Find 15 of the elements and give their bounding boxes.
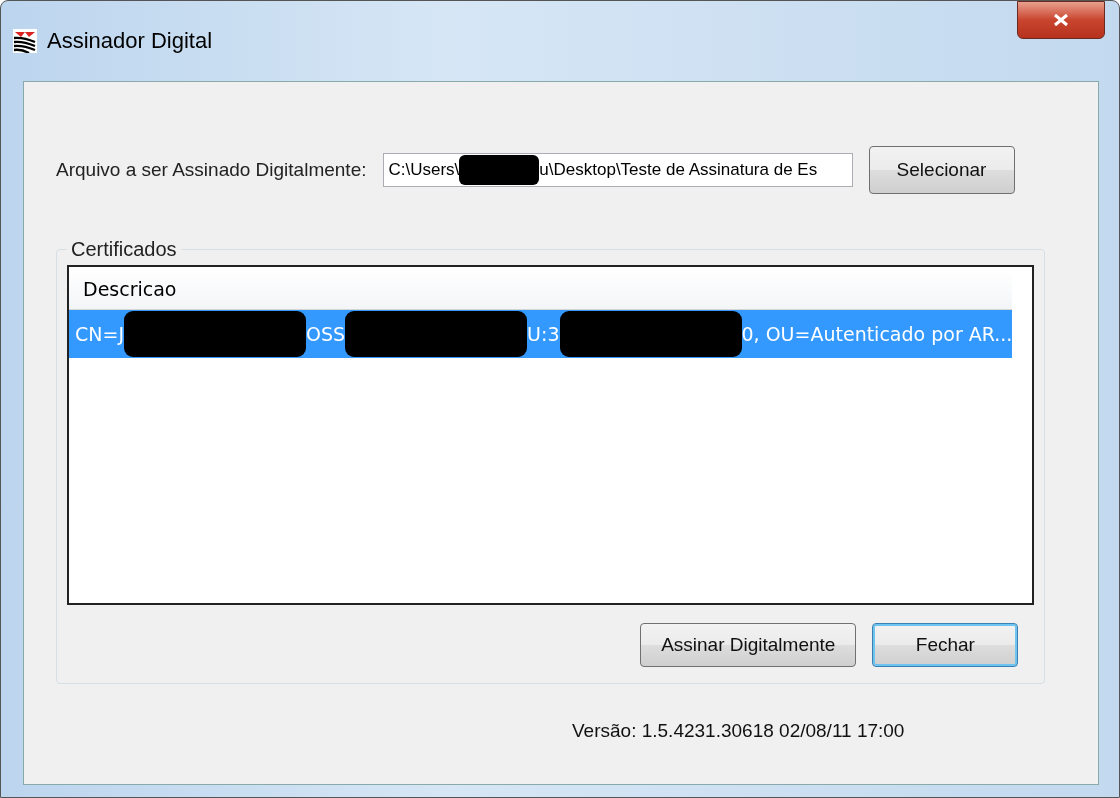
flag-icon <box>13 29 37 53</box>
row-text: 0, OU=Autenticado por AR... <box>741 323 1013 345</box>
row-text: CN=J <box>75 323 124 345</box>
sign-button[interactable]: Assinar Digitalmente <box>640 623 857 667</box>
file-path-field[interactable]: C:\Users\ u\Desktop\Teste de Assinatura de Es <box>382 153 853 187</box>
group-title: Certificados <box>70 238 178 261</box>
close-dialog-button[interactable]: Fechar <box>872 623 1019 667</box>
row-text: OSS <box>306 323 346 345</box>
row-text: U:3 <box>527 323 560 345</box>
close-icon <box>1052 13 1070 27</box>
select-button[interactable]: Selecionar <box>868 146 1015 194</box>
file-label: Arquivo a ser Assinado Digitalmente: <box>56 159 367 181</box>
window-title: Assinador Digital <box>47 28 213 54</box>
close-button[interactable] <box>1017 1 1105 39</box>
version-text: Versão: 1.5.4231.30618 02/08/11 17:00 <box>572 720 906 742</box>
